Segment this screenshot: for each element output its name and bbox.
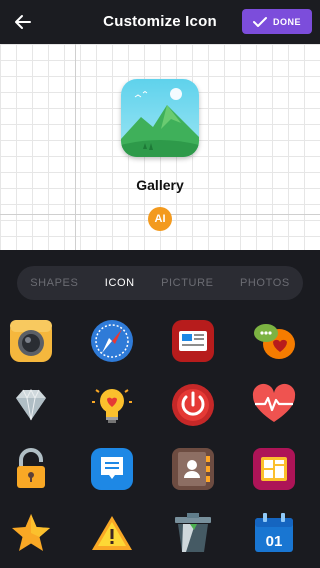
check-icon [252, 16, 267, 27]
tab-bar: SHAPES ICON PICTURE PHOTOS [17, 266, 303, 300]
tab-icon[interactable]: ICON [101, 277, 139, 289]
gallery-mountain-icon[interactable] [121, 79, 199, 157]
guide-line-vertical [75, 44, 76, 250]
warning-icon[interactable] [89, 510, 135, 556]
done-button[interactable]: DONE [242, 9, 312, 34]
camera-icon[interactable] [8, 318, 54, 364]
diamond-icon[interactable] [8, 382, 54, 428]
media-folder-icon[interactable] [251, 446, 297, 492]
done-label: DONE [272, 16, 301, 27]
tab-picture[interactable]: PICTURE [157, 277, 217, 289]
calendar-day-text: 01 [266, 533, 283, 550]
trash-icon[interactable] [170, 510, 216, 556]
ai-badge-label: AI [154, 213, 166, 225]
top-bar: Customize Icon DONE [0, 0, 320, 44]
ai-badge[interactable]: AI [148, 207, 172, 231]
preview-canvas: Gallery AI [0, 44, 320, 250]
calendar-icon[interactable]: 01 [251, 510, 297, 556]
message-icon[interactable] [89, 446, 135, 492]
tab-photos[interactable]: PHOTOS [236, 277, 294, 289]
compass-icon[interactable] [89, 318, 135, 364]
padlock-icon[interactable] [8, 446, 54, 492]
news-icon[interactable] [170, 318, 216, 364]
tab-shapes[interactable]: SHAPES [26, 277, 82, 289]
star-icon[interactable] [8, 510, 54, 556]
heartbeat-icon[interactable] [251, 382, 297, 428]
power-icon[interactable] [170, 382, 216, 428]
chat-bubbles-icon[interactable] [251, 318, 297, 364]
contacts-book-icon[interactable] [170, 446, 216, 492]
app-name-label[interactable]: Gallery [0, 177, 320, 193]
lightbulb-heart-icon[interactable] [89, 382, 135, 428]
